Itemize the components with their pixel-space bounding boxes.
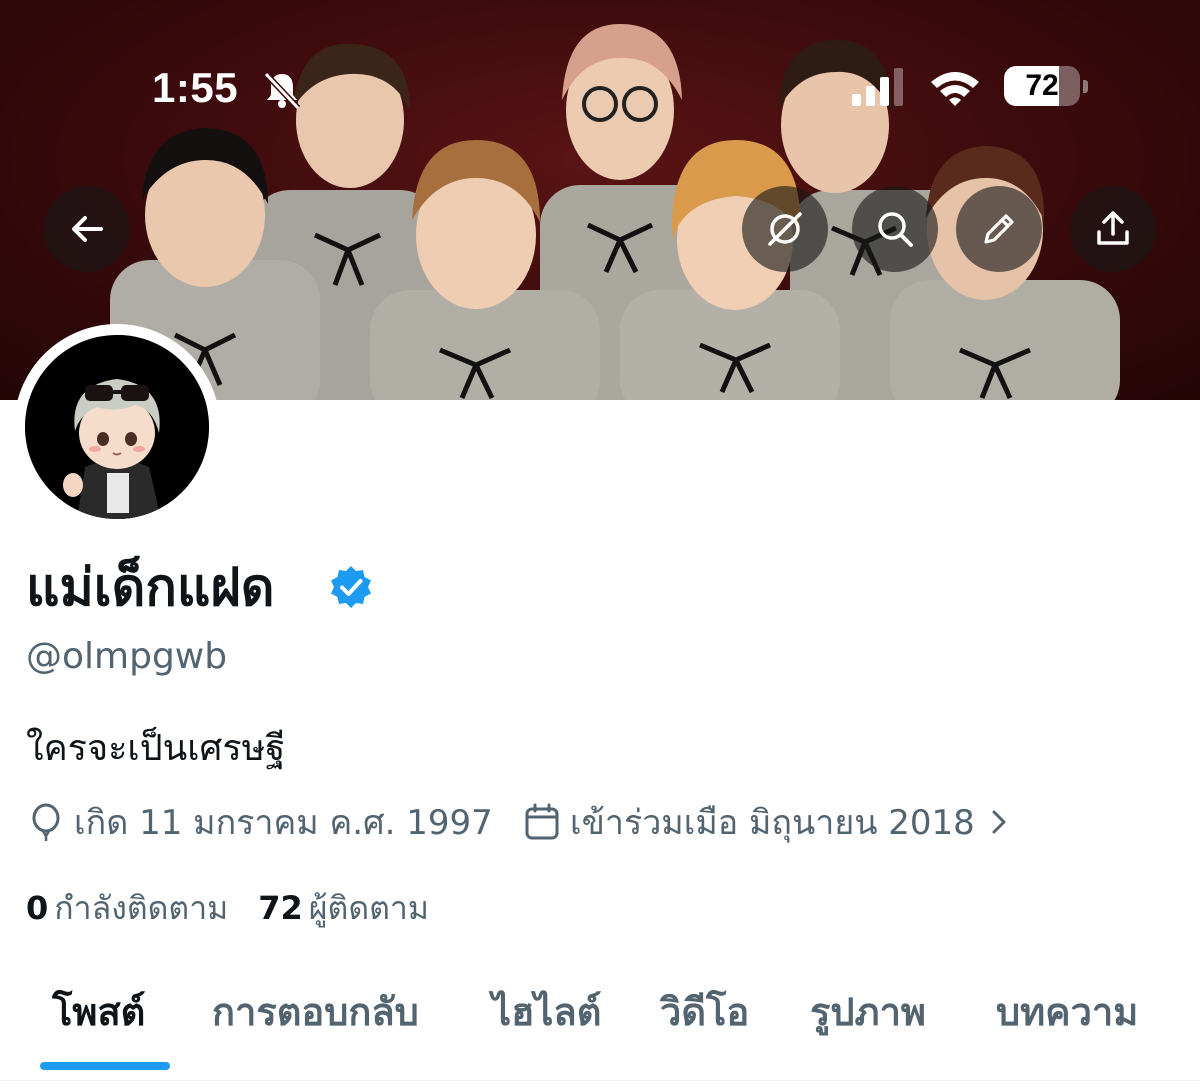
profile-banner[interactable]: 1:55 72 <box>0 0 1200 400</box>
joined-date-text: เข้าร่วมเมือ มิถุนายน 2018 <box>570 803 975 843</box>
grok-button[interactable] <box>742 186 828 272</box>
chevron-right-icon[interactable] <box>989 807 1009 837</box>
arrow-left-icon <box>72 216 103 242</box>
verified-badge-icon[interactable] <box>328 564 374 610</box>
followers-count: 72 <box>258 889 303 927</box>
calendar-icon <box>525 803 559 840</box>
edit-button[interactable] <box>956 186 1042 272</box>
joined-date-item[interactable]: เข้าร่วมเมือ มิถุนายน 2018 <box>524 798 1019 846</box>
share-button[interactable] <box>1070 186 1156 272</box>
pencil-icon <box>984 214 1014 244</box>
tab-articles[interactable]: บทความ <box>996 982 1138 1042</box>
profile-handle: @olmpgwb <box>26 636 228 677</box>
battery-indicator: 72 <box>1004 66 1080 106</box>
avatar-frame[interactable] <box>14 324 220 530</box>
follow-counts: 0 กำลังติดตาม 72 ผู้ติดตาม <box>26 884 459 932</box>
active-tab-indicator <box>40 1062 170 1070</box>
following-label: กำลังติดตาม <box>54 889 229 927</box>
followers-label: ผู้ติดตาม <box>308 889 429 927</box>
tab-replies[interactable]: การตอบกลับ <box>212 982 419 1042</box>
share-upload-icon <box>1097 211 1129 245</box>
following-link[interactable]: 0 กำลังติดตาม <box>26 884 228 932</box>
birth-date-text: เกิด 11 มกราคม ค.ศ. 1997 <box>74 803 493 843</box>
status-time: 1:55 <box>152 64 239 111</box>
profile-bio: ใครจะเป็นเศรษฐี <box>26 728 286 769</box>
search-button[interactable] <box>852 186 938 272</box>
tab-highlights[interactable]: ไฮไลต์ <box>492 982 601 1042</box>
cellular-signal-icon <box>852 68 903 106</box>
bell-off-icon <box>263 71 301 110</box>
display-name: แม่เด็กแฝด <box>26 558 275 618</box>
wifi-icon <box>931 72 979 106</box>
tab-photos[interactable]: รูปภาพ <box>810 982 926 1042</box>
avatar-illustration <box>25 335 209 519</box>
balloon-icon <box>32 803 60 841</box>
battery-tip <box>1083 80 1088 93</box>
tabs-divider <box>0 1080 1200 1081</box>
followers-link[interactable]: 72 ผู้ติดตาม <box>258 884 429 932</box>
back-button[interactable] <box>44 186 130 272</box>
profile-tabs: โพสต์ การตอบกลับ ไฮไลต์ วิดีโอ รูปภาพ บท… <box>0 972 1200 1072</box>
avatar[interactable] <box>25 335 209 519</box>
tab-videos[interactable]: วิดีโอ <box>660 982 749 1042</box>
tab-posts[interactable]: โพสต์ <box>52 982 145 1042</box>
search-icon <box>878 212 913 247</box>
battery-percent: 72 <box>1025 69 1059 102</box>
birth-date-item: เกิด 11 มกราคม ค.ศ. 1997 <box>28 798 493 846</box>
circle-slash-icon <box>768 212 802 246</box>
following-count: 0 <box>26 889 49 927</box>
